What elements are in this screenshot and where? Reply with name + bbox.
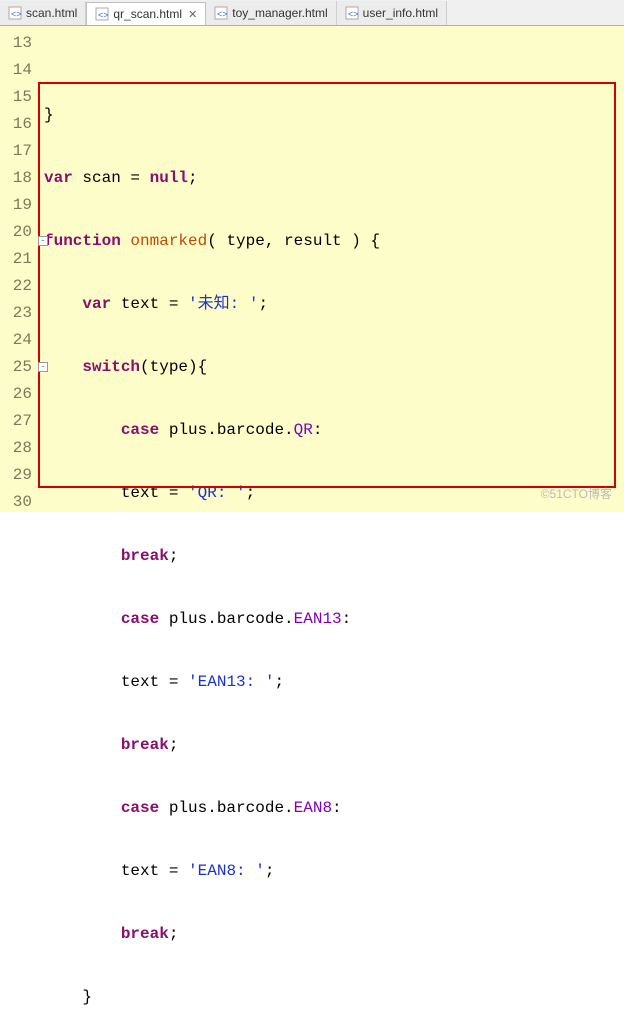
line-number-gutter: 13 14 15 16 17 18 19 20 21 22 23 24 25 2…: [0, 26, 38, 512]
line-number: 21: [0, 246, 32, 273]
line-number: 19: [0, 192, 32, 219]
close-icon[interactable]: ✕: [186, 8, 197, 21]
code-line: text = 'EAN8: ';: [44, 858, 624, 885]
svg-text:<>: <>: [11, 9, 22, 19]
line-number: 14: [0, 57, 32, 84]
tab-label: toy_manager.html: [232, 6, 327, 20]
code-line: -function onmarked( type, result ) {: [44, 228, 624, 255]
tab-label: user_info.html: [363, 6, 438, 20]
code-line: case plus.barcode.EAN8:: [44, 795, 624, 822]
tab-label: scan.html: [26, 6, 77, 20]
fold-minus-icon[interactable]: -: [38, 236, 48, 246]
tab-bar: <> scan.html <> qr_scan.html ✕ <> toy_ma…: [0, 0, 624, 26]
line-number: 25: [0, 354, 32, 381]
code-line: var scan = null;: [44, 165, 624, 192]
code-area[interactable]: } var scan = null; -function onmarked( t…: [38, 26, 624, 512]
code-line: case plus.barcode.QR:: [44, 417, 624, 444]
line-number: 18: [0, 165, 32, 192]
fold-minus-icon[interactable]: -: [38, 362, 48, 372]
tab-scan[interactable]: <> scan.html: [0, 1, 86, 25]
html-file-icon: <>: [345, 6, 359, 20]
line-number: 23: [0, 300, 32, 327]
line-number: 15: [0, 84, 32, 111]
line-number: 22: [0, 273, 32, 300]
code-line: break;: [44, 543, 624, 570]
code-line: var text = '未知: ';: [44, 291, 624, 318]
code-line: break;: [44, 732, 624, 759]
line-number: 20: [0, 219, 32, 246]
html-file-icon: <>: [8, 6, 22, 20]
line-number: 16: [0, 111, 32, 138]
line-number: 13: [0, 30, 32, 57]
line-number: 17: [0, 138, 32, 165]
svg-text:<>: <>: [217, 9, 228, 19]
code-line: }: [44, 102, 624, 129]
line-number: 26: [0, 381, 32, 408]
code-line: break;: [44, 921, 624, 948]
line-number: 24: [0, 327, 32, 354]
code-line: text = 'QR: ';: [44, 480, 624, 507]
code-editor[interactable]: 13 14 15 16 17 18 19 20 21 22 23 24 25 2…: [0, 26, 624, 512]
tab-toy-manager[interactable]: <> toy_manager.html: [206, 1, 336, 25]
html-file-icon: <>: [214, 6, 228, 20]
code-line: case plus.barcode.EAN13:: [44, 606, 624, 633]
svg-text:<>: <>: [348, 9, 359, 19]
html-file-icon: <>: [95, 7, 109, 21]
line-number: 28: [0, 435, 32, 462]
code-line: text = 'EAN13: ';: [44, 669, 624, 696]
tab-qr-scan[interactable]: <> qr_scan.html ✕: [86, 2, 206, 26]
tab-user-info[interactable]: <> user_info.html: [337, 1, 447, 25]
line-number: 29: [0, 462, 32, 489]
line-number: 27: [0, 408, 32, 435]
code-line: - switch(type){: [44, 354, 624, 381]
tab-label: qr_scan.html: [113, 7, 182, 21]
svg-text:<>: <>: [98, 10, 109, 20]
code-line: }: [44, 984, 624, 1011]
